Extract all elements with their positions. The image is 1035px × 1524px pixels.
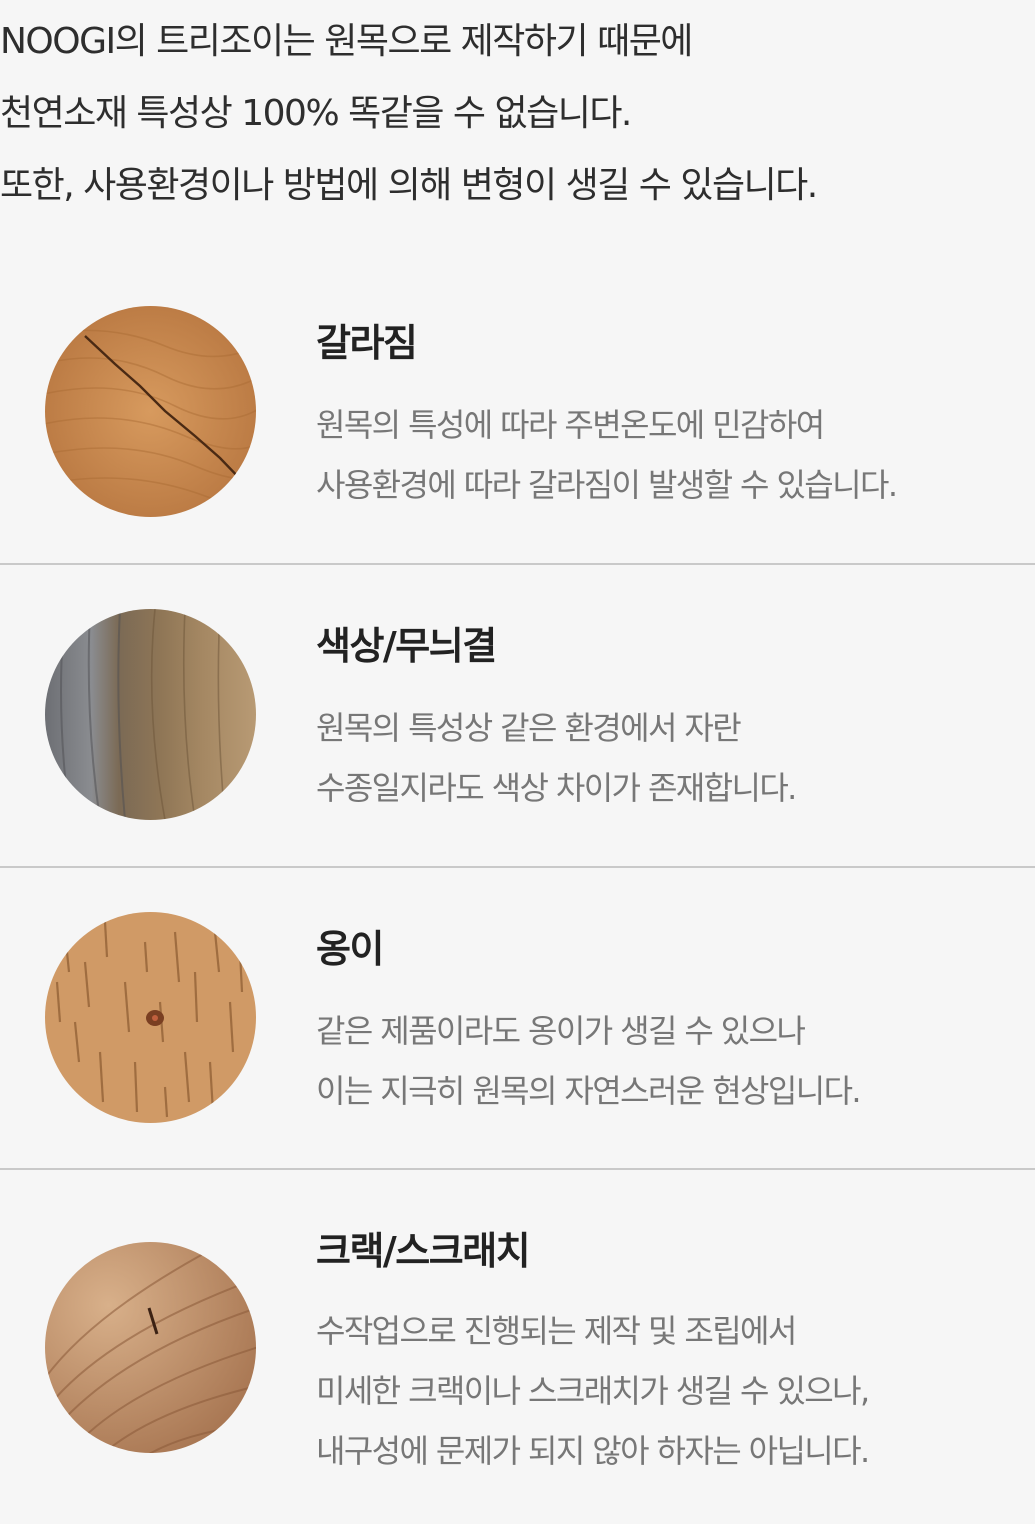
description-line: 내구성에 문제가 되지 않아 하자는 아닙니다. bbox=[316, 1432, 870, 1470]
section-title: 크랙/스크래치 bbox=[316, 1229, 531, 1273]
section-title: 갈라짐 bbox=[316, 321, 418, 365]
section-title: 색상/무늬결 bbox=[316, 624, 497, 668]
section-scratch: 크랙/스크래치 수작업으로 진행되는 제작 및 조립에서 미세한 크랙이나 스크… bbox=[0, 1170, 1035, 1472]
description-line: 이는 지극히 원목의 자연스러운 현상입니다. bbox=[316, 1072, 862, 1110]
description-line: 같은 제품이라도 옹이가 생길 수 있으나 bbox=[316, 1012, 806, 1050]
description-line: 수작업으로 진행되는 제작 및 조립에서 bbox=[316, 1312, 797, 1350]
section-description: 같은 제품이라도 옹이가 생길 수 있으나 이는 지극히 원목의 자연스러운 현… bbox=[316, 1001, 1016, 1121]
intro-text: NOOGI의 트리조이는 원목으로 제작하기 때문에 천연소재 특성상 100%… bbox=[0, 6, 1035, 222]
section-knot: 옹이 같은 제품이라도 옹이가 생길 수 있으나 이는 지극히 원목의 자연스러… bbox=[0, 868, 1035, 1170]
description-line: 사용환경에 따라 갈라짐이 발생할 수 있습니다. bbox=[316, 466, 898, 504]
description-line: 수종일지라도 색상 차이가 존재합니다. bbox=[316, 769, 797, 807]
section-description: 원목의 특성상 같은 환경에서 자란 수종일지라도 색상 차이가 존재합니다. bbox=[316, 698, 1016, 818]
wood-knot-photo bbox=[45, 912, 256, 1123]
description-line: 원목의 특성에 따라 주변온도에 민감하여 bbox=[316, 406, 825, 444]
description-line: 미세한 크랙이나 스크래치가 생길 수 있으나, bbox=[316, 1372, 870, 1410]
wood-color-grain-photo bbox=[45, 609, 256, 820]
wood-crack-photo bbox=[45, 306, 256, 517]
section-title: 옹이 bbox=[316, 927, 384, 971]
section-color-grain: 색상/무늬결 원목의 특성상 같은 환경에서 자란 수종일지라도 색상 차이가 … bbox=[0, 565, 1035, 867]
description-line: 원목의 특성상 같은 환경에서 자란 bbox=[316, 709, 742, 747]
intro-line: 또한, 사용환경이나 방법에 의해 변형이 생길 수 있습니다. bbox=[0, 165, 818, 206]
section-description: 원목의 특성에 따라 주변온도에 민감하여 사용환경에 따라 갈라짐이 발생할 … bbox=[316, 395, 1016, 515]
section-description: 수작업으로 진행되는 제작 및 조립에서 미세한 크랙이나 스크래치가 생길 수… bbox=[316, 1301, 1016, 1481]
intro-line: 천연소재 특성상 100% 똑같을 수 없습니다. bbox=[0, 93, 632, 134]
wood-scratch-photo bbox=[45, 1242, 256, 1453]
section-crack: 갈라짐 원목의 특성에 따라 주변온도에 민감하여 사용환경에 따라 갈라짐이 … bbox=[0, 262, 1035, 564]
intro-line: NOOGI의 트리조이는 원목으로 제작하기 때문에 bbox=[0, 21, 693, 62]
